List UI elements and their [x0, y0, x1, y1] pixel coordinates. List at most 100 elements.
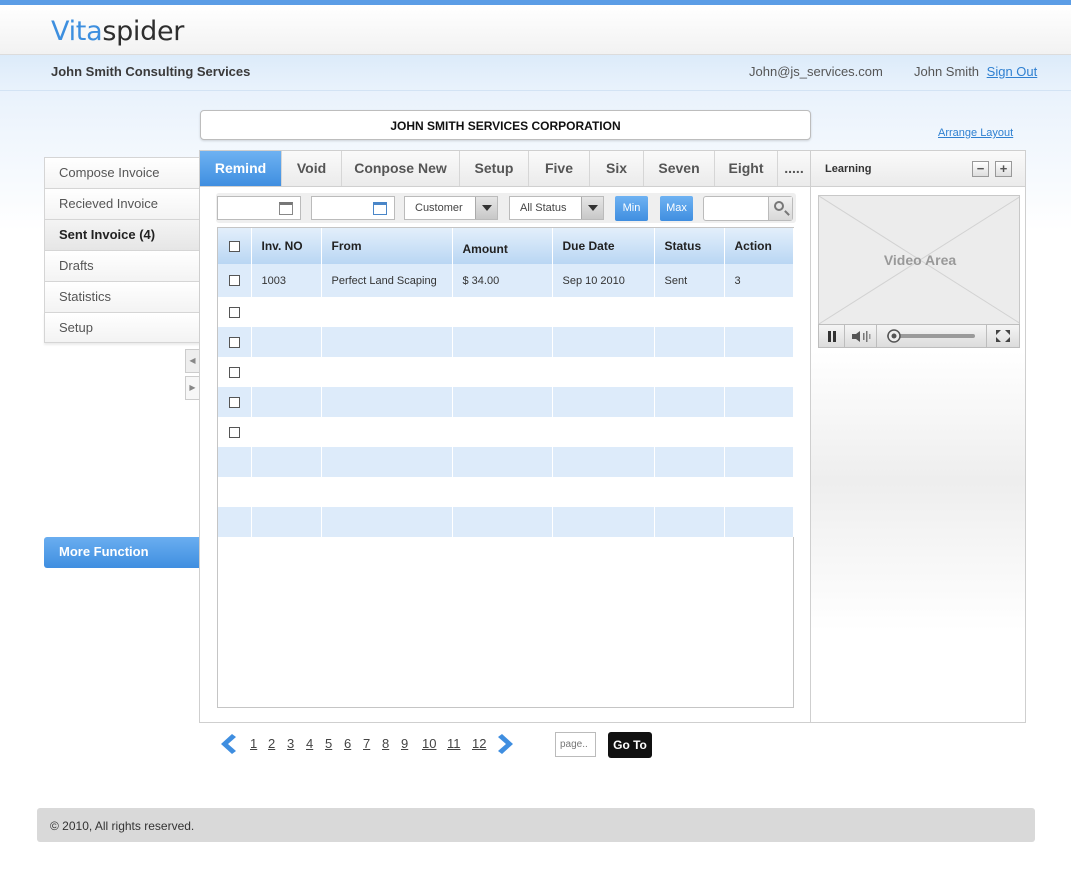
page-link[interactable]: 1	[250, 736, 257, 751]
end-date-field[interactable]	[311, 196, 395, 220]
row-checkbox[interactable]	[229, 396, 240, 408]
customer-select-value: Customer	[415, 202, 463, 214]
page-number-input[interactable]: page..	[555, 732, 596, 757]
header: Vitaspider	[0, 5, 1071, 55]
sidebar-item-received-invoice[interactable]: Recieved Invoice	[44, 188, 200, 219]
min-button[interactable]: Min	[615, 196, 648, 221]
cell-from: Perfect Land Scaping	[321, 264, 453, 297]
calendar-icon[interactable]	[373, 202, 387, 215]
cell-action: 3	[724, 264, 794, 297]
tab-eight[interactable]: Eight	[715, 151, 778, 186]
cell-inv-no: 1003	[251, 264, 322, 297]
max-button[interactable]: Max	[660, 196, 693, 221]
tab-six[interactable]: Six	[590, 151, 644, 186]
page-link[interactable]: 7	[363, 736, 370, 751]
sign-out-link[interactable]: Sign Out	[987, 64, 1038, 79]
page-link[interactable]: 8	[382, 736, 389, 751]
go-to-button[interactable]: Go To	[608, 732, 652, 758]
column-header[interactable]: Status	[654, 228, 725, 264]
tab-conpose-new[interactable]: Conpose New	[342, 151, 460, 186]
page-link[interactable]: 11	[447, 736, 461, 751]
progress-slider[interactable]	[877, 325, 987, 347]
account-bar: John Smith Consulting Services John@js_s…	[0, 55, 1071, 91]
table-row[interactable]	[218, 327, 794, 357]
tab-five[interactable]: Five	[529, 151, 590, 186]
tab-seven[interactable]: Seven	[644, 151, 715, 186]
fullscreen-icon[interactable]	[987, 325, 1019, 347]
chevron-down-icon[interactable]	[581, 197, 603, 219]
status-select[interactable]: All Status	[509, 196, 604, 220]
tab-void[interactable]: Void	[282, 151, 342, 186]
more-function-button[interactable]: More Function	[44, 537, 200, 568]
table-row[interactable]: 1003 Perfect Land Scaping $ 34.00 Sep 10…	[218, 264, 794, 297]
customer-select[interactable]: Customer	[404, 196, 498, 220]
search-icon	[774, 201, 784, 211]
collapse-left-icon[interactable]: ◀	[185, 349, 200, 373]
corporation-title: JOHN SMITH SERVICES CORPORATION	[200, 110, 811, 140]
page-link[interactable]: 10	[422, 736, 436, 751]
start-date-field[interactable]	[217, 196, 301, 220]
row-checkbox[interactable]	[229, 275, 240, 287]
column-header[interactable]: Due Date	[552, 228, 655, 264]
sidebar-item-statistics[interactable]: Statistics	[44, 281, 200, 312]
logo[interactable]: Vitaspider	[51, 16, 184, 47]
page-link[interactable]: 6	[344, 736, 351, 751]
minimize-icon[interactable]: −	[972, 161, 989, 177]
user-email: John@js_services.com	[749, 64, 883, 79]
company-name: John Smith Consulting Services	[51, 64, 251, 79]
column-header[interactable]: Action	[724, 228, 794, 264]
tab-more[interactable]: .....	[778, 151, 810, 186]
learning-title: Learning	[825, 163, 872, 175]
expand-right-icon[interactable]: ▶	[185, 376, 200, 400]
table-row[interactable]	[218, 357, 794, 387]
page-link[interactable]: 4	[306, 736, 313, 751]
row-checkbox[interactable]	[229, 426, 240, 438]
copyright-text: © 2010, All rights reserved.	[50, 819, 195, 833]
cell-due-date: Sep 10 2010	[552, 264, 655, 297]
previous-page-icon[interactable]	[218, 733, 238, 755]
status-select-value: All Status	[520, 202, 567, 214]
table-row[interactable]	[218, 417, 794, 447]
calendar-icon[interactable]	[279, 202, 293, 215]
maximize-icon[interactable]: +	[995, 161, 1012, 177]
learning-panel-header: Learning − +	[811, 151, 1025, 187]
logo-part1: Vita	[51, 16, 103, 47]
sidebar-nav: Compose Invoice Recieved Invoice Sent In…	[44, 157, 200, 343]
sidebar-item-compose-invoice[interactable]: Compose Invoice	[44, 157, 200, 188]
column-header[interactable]: Inv. NO	[251, 228, 322, 264]
learning-panel: Learning − + Video Area	[810, 150, 1026, 723]
search-input[interactable]	[703, 196, 793, 221]
chevron-down-icon[interactable]	[475, 197, 497, 219]
logo-part2: spider	[102, 16, 185, 47]
pause-icon[interactable]	[819, 325, 845, 347]
row-checkbox[interactable]	[229, 336, 240, 348]
footer: © 2010, All rights reserved.	[37, 808, 1035, 842]
page-link[interactable]: 9	[401, 736, 408, 751]
search-button[interactable]	[768, 197, 792, 220]
table-row	[218, 477, 794, 507]
tab-setup[interactable]: Setup	[460, 151, 529, 186]
volume-icon[interactable]	[845, 325, 877, 347]
page-link[interactable]: 12	[472, 736, 486, 751]
next-page-icon[interactable]	[496, 733, 516, 755]
row-checkbox[interactable]	[229, 366, 240, 378]
table-header-row: Inv. NO From Amount Due Date Status Acti…	[218, 228, 794, 264]
select-all-checkbox[interactable]	[229, 241, 240, 253]
filter-bar: Customer All Status Min Max	[216, 193, 796, 223]
row-checkbox[interactable]	[229, 306, 240, 318]
column-header[interactable]: Amount	[452, 228, 553, 264]
sidebar-item-drafts[interactable]: Drafts	[44, 250, 200, 281]
page-link[interactable]: 2	[268, 736, 275, 751]
user-name: John Smith	[914, 64, 980, 79]
tab-bar: Remind Void Conpose New Setup Five Six S…	[200, 151, 810, 187]
table-row[interactable]	[218, 297, 794, 327]
tab-remind[interactable]: Remind	[200, 151, 282, 186]
column-header[interactable]: From	[321, 228, 453, 264]
user-info: John Smith Sign Out	[914, 64, 1037, 79]
arrange-layout-link[interactable]: Arrange Layout	[938, 127, 1013, 139]
table-row[interactable]	[218, 387, 794, 417]
page-link[interactable]: 3	[287, 736, 294, 751]
sidebar-item-setup[interactable]: Setup	[44, 312, 200, 343]
page-link[interactable]: 5	[325, 736, 332, 751]
sidebar-item-sent-invoice[interactable]: Sent Invoice (4)	[44, 219, 200, 250]
